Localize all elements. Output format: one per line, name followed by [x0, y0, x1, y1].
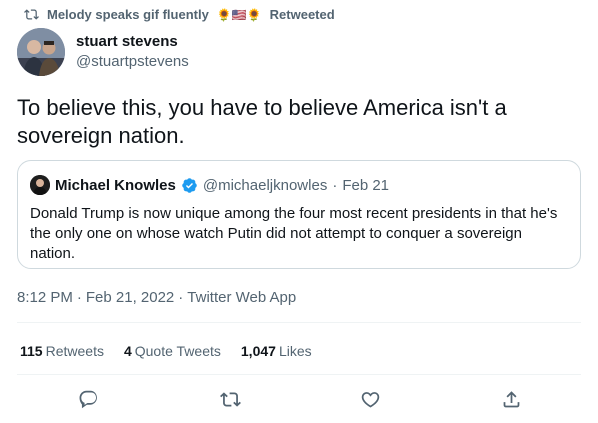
- likes-count: 1,047: [240, 343, 276, 359]
- divider: [17, 374, 581, 375]
- quoted-tweet-text: Donald Trump is now unique among the fou…: [30, 205, 558, 262]
- likes-label: Likes: [278, 343, 312, 359]
- retweeter-emojis: 🌻🇺🇸🌻: [216, 7, 262, 22]
- share-button[interactable]: [499, 387, 523, 411]
- retweeter-name[interactable]: Melody speaks gif fluently: [47, 7, 209, 22]
- quoted-author-handle: @michaeljknowles: [202, 176, 328, 194]
- quoted-tweet-header: Michael Knowles @michaeljknowles · Feb 2…: [30, 175, 389, 195]
- tweet-date[interactable]: Feb 21, 2022: [86, 289, 174, 306]
- verified-badge-icon: [182, 177, 197, 193]
- retweeted-label: Retweeted: [269, 7, 335, 22]
- tweet-source[interactable]: Twitter Web App: [187, 289, 296, 306]
- share-icon: [503, 390, 519, 407]
- quoted-author-name: Michael Knowles: [55, 176, 176, 194]
- divider: [17, 322, 581, 323]
- quoted-author-avatar: [30, 175, 50, 195]
- quote-tweets-count: 4: [123, 343, 132, 359]
- separator-dot: ·: [178, 289, 184, 306]
- tweet-meta: 8:12 PM · Feb 21, 2022 · Twitter Web App: [17, 289, 296, 306]
- tweet: Melody speaks gif fluently 🌻🇺🇸🌻 Retweete…: [0, 0, 598, 423]
- reply-icon: [79, 390, 97, 408]
- quote-tweets-stat[interactable]: 4 Quote Tweets: [124, 343, 221, 359]
- retweet-indicator-icon: [24, 9, 39, 20]
- reply-button[interactable]: [76, 387, 100, 411]
- retweets-label: Retweets: [45, 343, 104, 359]
- quoted-tweet-date: Feb 21: [342, 176, 390, 194]
- likes-stat[interactable]: 1,047 Likes: [241, 343, 312, 359]
- engagement-stats: 115 Retweets 4 Quote Tweets 1,047 Likes: [20, 343, 312, 359]
- tweet-text: To believe this, you have to believe Ame…: [17, 95, 507, 148]
- retweet-icon: [219, 391, 241, 407]
- tweet-time[interactable]: 8:12 PM: [17, 289, 73, 306]
- retweet-button[interactable]: [218, 387, 242, 411]
- author-name[interactable]: stuart stevens: [76, 33, 189, 51]
- quoted-tweet[interactable]: Michael Knowles @michaeljknowles · Feb 2…: [17, 160, 581, 269]
- retweets-count: 115: [20, 343, 43, 359]
- author-avatar[interactable]: [17, 28, 65, 76]
- like-icon: [361, 391, 379, 408]
- action-bar: [0, 387, 598, 413]
- retweet-banner: Melody speaks gif fluently 🌻🇺🇸🌻 Retweete…: [24, 7, 335, 22]
- like-button[interactable]: [358, 387, 382, 411]
- separator-dot: ·: [332, 176, 338, 194]
- separator-dot: ·: [76, 289, 82, 306]
- author-handle[interactable]: @stuartpstevens: [76, 52, 189, 72]
- author-block: stuart stevens @stuartpstevens: [76, 33, 189, 72]
- retweets-stat[interactable]: 115 Retweets: [20, 343, 104, 359]
- quote-tweets-label: Quote Tweets: [134, 343, 221, 359]
